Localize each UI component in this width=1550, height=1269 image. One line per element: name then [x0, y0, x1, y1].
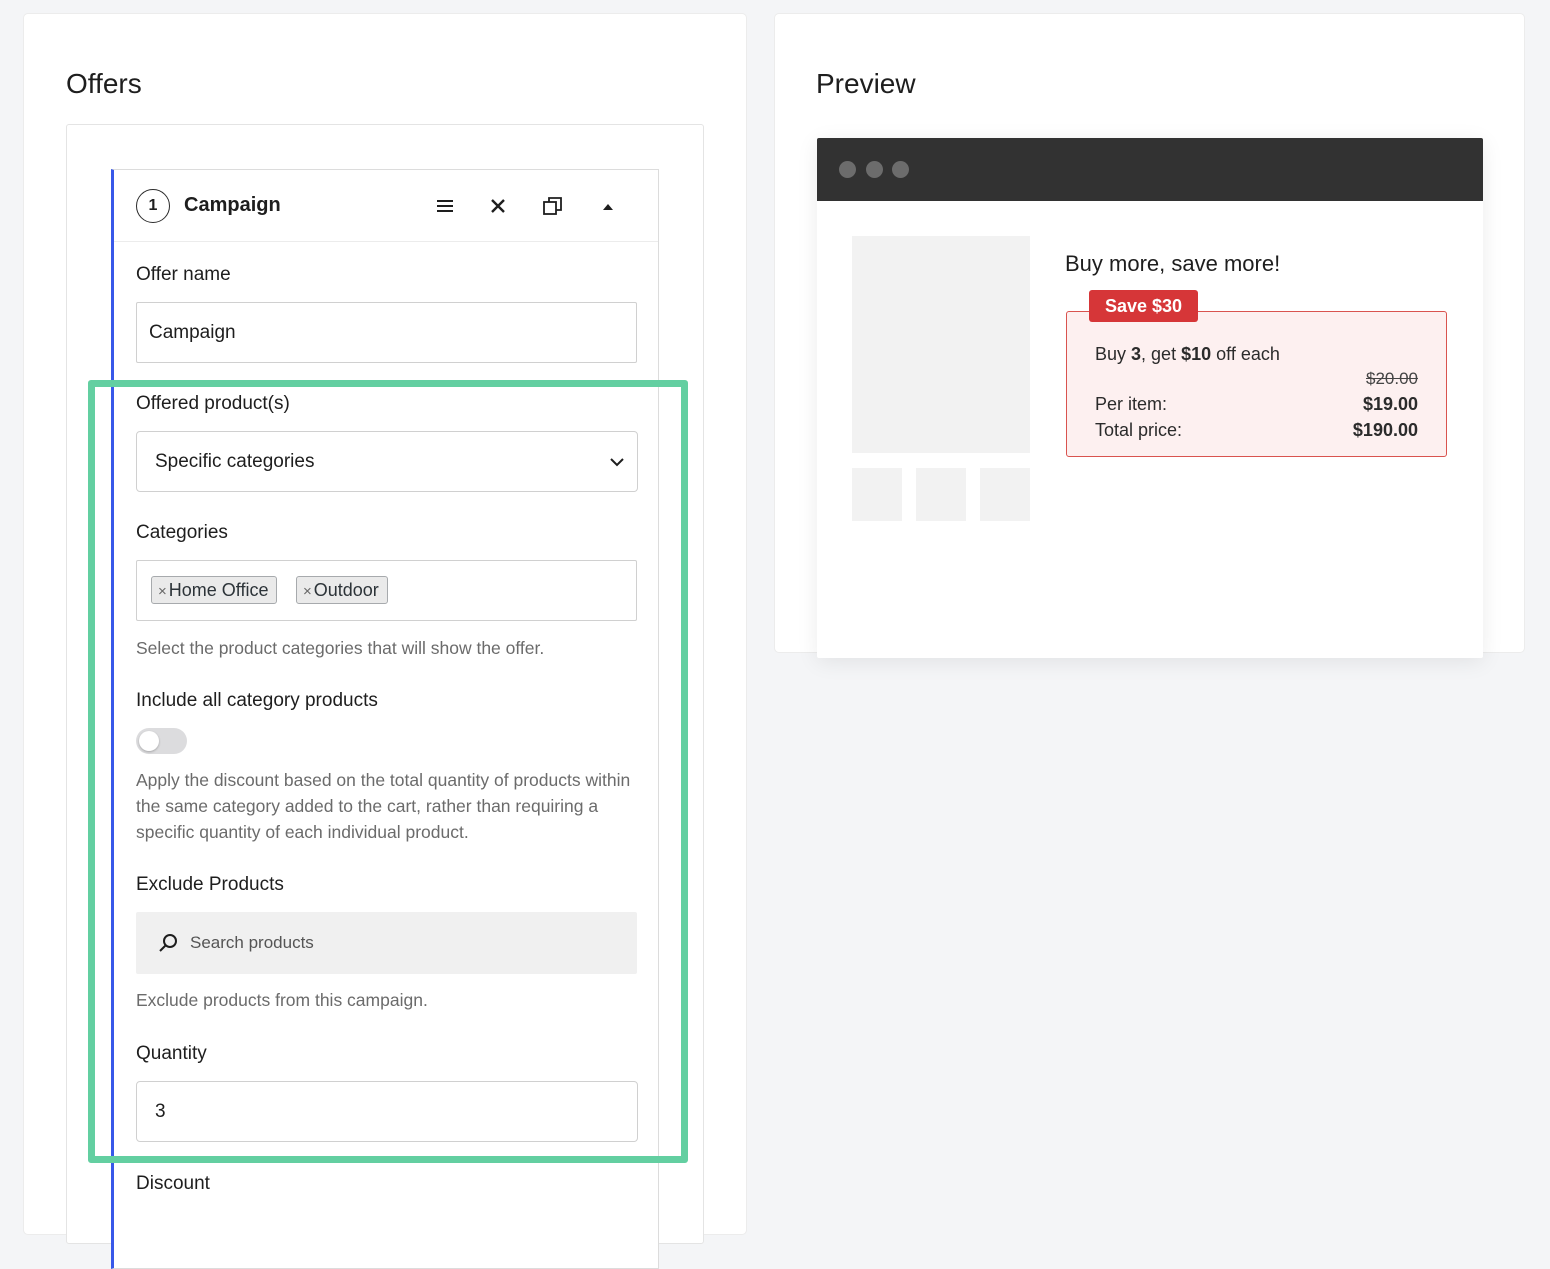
include-all-help-text: Apply the discount based on the total qu… — [136, 770, 631, 842]
category-tag-label: Outdoor — [313, 580, 379, 600]
drag-handle-icon[interactable] — [431, 192, 459, 220]
product-thumbnail-placeholder — [852, 468, 902, 521]
product-image-placeholder — [852, 236, 1030, 453]
preview-title: Preview — [816, 68, 916, 99]
quantity-label: Quantity — [136, 1043, 207, 1064]
offer-text: Buy — [1095, 344, 1132, 364]
original-price: $20.00 — [1366, 369, 1418, 388]
exclude-products-search[interactable] — [136, 912, 637, 974]
offer-option-box[interactable]: Buy 3, get $10 off each $20.00 Per item:… — [1066, 311, 1447, 457]
offer-discount: $10 — [1181, 344, 1212, 364]
browser-mockup: Buy more, save more! Buy 3, get $10 off … — [817, 138, 1483, 658]
total-price-label: Total price: — [1095, 420, 1183, 440]
remove-offer-icon[interactable] — [484, 192, 512, 220]
exclude-products-help-text: Exclude products from this campaign. — [136, 990, 428, 1010]
campaign-card-header[interactable]: 1 Campaign — [114, 170, 658, 242]
window-dot — [892, 161, 909, 178]
product-thumbnail-placeholder — [916, 468, 966, 521]
offered-products-select[interactable]: Specific categories — [136, 431, 638, 492]
product-thumbnail-placeholder — [980, 468, 1030, 521]
category-tag-label: Home Office — [168, 580, 269, 600]
include-all-label: Include all category products — [136, 690, 378, 711]
collapse-caret-icon[interactable] — [594, 192, 622, 220]
quantity-input[interactable] — [136, 1081, 638, 1142]
exclude-products-label: Exclude Products — [136, 874, 284, 895]
tag-remove-icon[interactable]: × — [303, 583, 312, 600]
discount-label: Discount — [136, 1173, 210, 1194]
offer-text: , get — [1141, 344, 1182, 364]
save-badge: Save $30 — [1089, 290, 1199, 322]
categories-help-text: Select the product categories that will … — [136, 638, 545, 658]
offers-panel: Offers 1 Campaign Offer name Campaign Of… — [24, 14, 746, 1269]
per-item-label: Per item: — [1095, 394, 1168, 414]
offers-list: 1 Campaign Offer name Offered product(s) — [66, 124, 704, 1269]
offer-text: off each — [1211, 344, 1280, 364]
total-price-value: $190.00 — [1352, 420, 1418, 440]
category-tag-home-office: × Home Office — [151, 576, 278, 604]
offer-description: Buy 3, get $10 off each — [1095, 344, 1280, 365]
campaign-card: 1 Campaign Offer name Offered product(s) — [111, 169, 659, 1269]
offer-quantity: 3 — [1131, 344, 1142, 364]
window-dot — [839, 161, 856, 178]
duplicate-offer-icon[interactable] — [539, 192, 567, 220]
offers-title: Offers — [66, 68, 142, 99]
exclude-products-input[interactable] — [190, 912, 620, 974]
categories-label: Categories — [136, 522, 228, 543]
chevron-down-icon — [610, 458, 624, 467]
categories-tag-input[interactable]: × Home Office × Outdoor — [136, 560, 637, 621]
include-all-toggle[interactable] — [136, 728, 187, 754]
toggle-knob — [139, 731, 159, 751]
offered-products-label: Offered product(s) — [136, 393, 290, 414]
offer-heading: Buy more, save more! — [1065, 251, 1281, 276]
preview-panel: Preview Buy more, save more! Buy 3, get … — [775, 14, 1524, 658]
offer-name-label: Offer name — [136, 264, 231, 285]
per-item-value: $19.00 — [1362, 394, 1418, 414]
campaign-title: Campaign — [184, 194, 281, 216]
step-number-badge: 1 — [136, 189, 170, 223]
browser-title-bar — [817, 138, 1483, 201]
window-dot — [866, 161, 883, 178]
search-icon — [159, 934, 177, 952]
category-tag-outdoor: × Outdoor — [296, 576, 388, 604]
offer-name-input[interactable] — [136, 302, 637, 363]
offered-products-value: Specific categories — [155, 451, 315, 472]
tag-remove-icon[interactable]: × — [158, 583, 167, 600]
